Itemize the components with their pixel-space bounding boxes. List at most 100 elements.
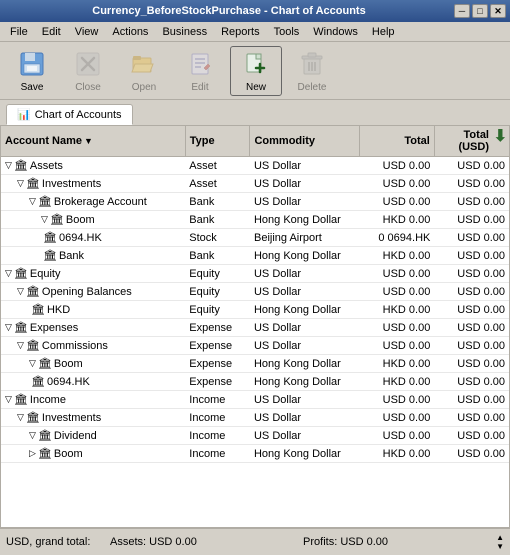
- menu-file[interactable]: File: [4, 24, 34, 40]
- table-row[interactable]: ▽ 🏛 Income Income US Dollar USD 0.00 USD…: [1, 391, 509, 409]
- col-header-commodity[interactable]: Commodity: [250, 126, 360, 157]
- account-name-cell: ▷ 🏛 Boom: [1, 445, 185, 463]
- account-icon: 🏛: [43, 231, 57, 244]
- account-icon: 🏛: [14, 267, 28, 280]
- tree-toggle[interactable]: ▽: [17, 178, 24, 189]
- account-total-usd-cell: USD 0.00: [434, 265, 509, 283]
- table-row[interactable]: ▽ 🏛 Opening Balances Equity US Dollar US…: [1, 283, 509, 301]
- tree-toggle[interactable]: ▽: [17, 286, 24, 297]
- account-total-usd-cell: USD 0.00: [434, 301, 509, 319]
- account-name: Brokerage Account: [54, 196, 147, 208]
- account-type-cell: Asset: [185, 175, 250, 193]
- tree-toggle[interactable]: ▽: [29, 430, 36, 441]
- account-commodity-cell: US Dollar: [250, 283, 360, 301]
- account-commodity-cell: Hong Kong Dollar: [250, 373, 360, 391]
- save-button[interactable]: Save: [6, 46, 58, 96]
- account-total-usd-cell: USD 0.00: [434, 283, 509, 301]
- account-name-cell: ▽ 🏛 Opening Balances: [1, 283, 185, 301]
- menu-actions[interactable]: Actions: [106, 24, 154, 40]
- tree-toggle[interactable]: ▽: [5, 394, 12, 405]
- account-commodity-cell: US Dollar: [250, 409, 360, 427]
- status-currency: USD, grand total:: [6, 536, 106, 548]
- account-commodity-cell: Beijing Airport: [250, 229, 360, 247]
- account-name: Assets: [30, 160, 63, 172]
- tab-chart-of-accounts[interactable]: 📊 Chart of Accounts: [6, 104, 133, 125]
- table-row[interactable]: ▽ 🏛 Expenses Expense US Dollar USD 0.00 …: [1, 319, 509, 337]
- account-total-cell: USD 0.00: [360, 427, 435, 445]
- account-icon: 🏛: [31, 303, 45, 316]
- account-name: Investments: [42, 412, 101, 424]
- maximize-button[interactable]: □: [472, 4, 488, 18]
- table-row[interactable]: ▽ 🏛 Investments Income US Dollar USD 0.0…: [1, 409, 509, 427]
- table-row[interactable]: ▽ 🏛 Commissions Expense US Dollar USD 0.…: [1, 337, 509, 355]
- table-row[interactable]: 🏛 Bank Bank Hong Kong Dollar HKD 0.00 US…: [1, 247, 509, 265]
- new-icon: [240, 48, 272, 80]
- window-controls[interactable]: ─ □ ✕: [454, 4, 506, 18]
- tree-toggle[interactable]: ▽: [29, 196, 36, 207]
- account-total-usd-cell: USD 0.00: [434, 427, 509, 445]
- menu-windows[interactable]: Windows: [307, 24, 364, 40]
- tree-toggle[interactable]: ▽: [5, 160, 12, 171]
- menu-edit[interactable]: Edit: [36, 24, 67, 40]
- tree-toggle[interactable]: ▽: [41, 214, 48, 225]
- menu-business[interactable]: Business: [156, 24, 213, 40]
- table-row[interactable]: 🏛 0694.HK Stock Beijing Airport 0 0694.H…: [1, 229, 509, 247]
- menu-help[interactable]: Help: [366, 24, 401, 40]
- open-button[interactable]: Open: [118, 46, 170, 96]
- account-name-cell: ▽ 🏛 Dividend: [1, 427, 185, 445]
- col-header-type[interactable]: Type: [185, 126, 250, 157]
- table-header-row: Account Name ▼ Type Commodity Total Tota…: [1, 126, 509, 157]
- account-name: Boom: [54, 448, 83, 460]
- tree-toggle[interactable]: ▽: [17, 340, 24, 351]
- account-total-cell: USD 0.00: [360, 337, 435, 355]
- menu-view[interactable]: View: [69, 24, 105, 40]
- table-row[interactable]: ▽ 🏛 Brokerage Account Bank US Dollar USD…: [1, 193, 509, 211]
- tree-toggle[interactable]: ▷: [29, 448, 36, 459]
- account-total-cell: HKD 0.00: [360, 355, 435, 373]
- account-total-cell: USD 0.00: [360, 409, 435, 427]
- table-row[interactable]: ▽ 🏛 Boom Bank Hong Kong Dollar HKD 0.00 …: [1, 211, 509, 229]
- table-row[interactable]: ▽ 🏛 Equity Equity US Dollar USD 0.00 USD…: [1, 265, 509, 283]
- account-commodity-cell: US Dollar: [250, 427, 360, 445]
- menu-tools[interactable]: Tools: [268, 24, 306, 40]
- account-name: Bank: [59, 250, 84, 262]
- accounts-table-wrapper[interactable]: Account Name ▼ Type Commodity Total Tota…: [1, 126, 509, 527]
- close-button[interactable]: Close: [62, 46, 114, 96]
- account-total-usd-cell: USD 0.00: [434, 337, 509, 355]
- account-icon: 🏛: [14, 393, 28, 406]
- table-row[interactable]: ▽ 🏛 Boom Expense Hong Kong Dollar HKD 0.…: [1, 355, 509, 373]
- new-button[interactable]: New: [230, 46, 282, 96]
- edit-button[interactable]: Edit: [174, 46, 226, 96]
- save-icon: [16, 48, 48, 80]
- account-commodity-cell: US Dollar: [250, 337, 360, 355]
- table-row[interactable]: 🏛 0694.HK Expense Hong Kong Dollar HKD 0…: [1, 373, 509, 391]
- account-total-usd-cell: USD 0.00: [434, 355, 509, 373]
- account-type-cell: Equity: [185, 265, 250, 283]
- account-name: Opening Balances: [42, 286, 132, 298]
- col-header-total-usd[interactable]: Total (USD) ⬇: [434, 126, 509, 157]
- table-row[interactable]: ▽ 🏛 Investments Asset US Dollar USD 0.00…: [1, 175, 509, 193]
- tab-bar: 📊 Chart of Accounts: [0, 100, 510, 125]
- col-header-name[interactable]: Account Name ▼: [1, 126, 185, 157]
- delete-button[interactable]: Delete: [286, 46, 338, 96]
- table-row[interactable]: ▽ 🏛 Assets Asset US Dollar USD 0.00 USD …: [1, 157, 509, 175]
- main-content: Account Name ▼ Type Commodity Total Tota…: [0, 125, 510, 528]
- col-header-total[interactable]: Total: [360, 126, 435, 157]
- table-row[interactable]: ▷ 🏛 Boom Income Hong Kong Dollar HKD 0.0…: [1, 445, 509, 463]
- menu-reports[interactable]: Reports: [215, 24, 266, 40]
- close-button[interactable]: ✕: [490, 4, 506, 18]
- table-row[interactable]: 🏛 HKD Equity Hong Kong Dollar HKD 0.00 U…: [1, 301, 509, 319]
- minimize-button[interactable]: ─: [454, 4, 470, 18]
- account-total-cell: USD 0.00: [360, 319, 435, 337]
- close-icon: [72, 48, 104, 80]
- account-total-usd-cell: USD 0.00: [434, 391, 509, 409]
- edit-label: Edit: [191, 82, 208, 93]
- tree-toggle[interactable]: ▽: [17, 412, 24, 423]
- tree-toggle[interactable]: ▽: [5, 322, 12, 333]
- account-icon: 🏛: [26, 411, 40, 424]
- tree-toggle[interactable]: ▽: [29, 358, 36, 369]
- table-row[interactable]: ▽ 🏛 Dividend Income US Dollar USD 0.00 U…: [1, 427, 509, 445]
- tree-toggle[interactable]: ▽: [5, 268, 12, 279]
- save-label: Save: [21, 82, 44, 93]
- status-arrows[interactable]: ▲ ▼: [496, 533, 504, 551]
